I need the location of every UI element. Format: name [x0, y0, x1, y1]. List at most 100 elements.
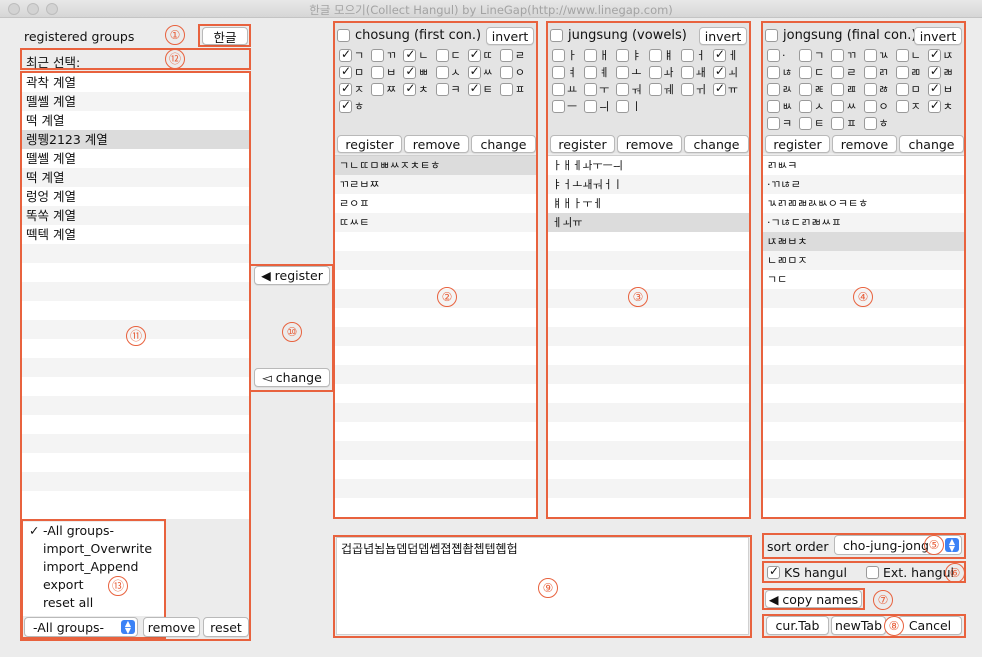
jamo-checkbox[interactable]	[680, 48, 694, 62]
chosung-list-item[interactable]	[335, 365, 536, 384]
jamo-option[interactable]: ㄵ	[927, 47, 960, 62]
group-list-item[interactable]	[22, 453, 249, 472]
jamo-checkbox[interactable]	[616, 82, 630, 96]
jamo-checkbox[interactable]	[467, 47, 481, 62]
jamo-option[interactable]: ㅐ	[584, 48, 616, 62]
group-list-item[interactable]	[22, 472, 249, 491]
jamo-checkbox[interactable]	[552, 82, 565, 96]
jongsung-remove-button[interactable]: remove	[832, 135, 897, 153]
jamo-checkbox[interactable]	[680, 65, 694, 79]
group-list-item[interactable]	[22, 263, 249, 282]
jamo-checkbox[interactable]	[799, 116, 813, 130]
group-filter-select[interactable]: -All groups- ▲ ▼	[24, 617, 138, 637]
jamo-option[interactable]: ㄼ	[927, 64, 960, 79]
jungsung-register-button[interactable]: register	[550, 135, 615, 153]
chosung-list-item[interactable]	[335, 346, 536, 365]
jongsung-list-item[interactable]: ㄵㄼㅂㅊ	[763, 232, 964, 251]
jamo-checkbox[interactable]	[712, 81, 726, 96]
jamo-checkbox[interactable]	[499, 65, 513, 79]
jamo-option[interactable]: ㅝ	[616, 82, 648, 96]
jamo-checkbox[interactable]	[767, 99, 780, 113]
jamo-option[interactable]: ㅊ	[927, 98, 960, 113]
jamo-checkbox[interactable]	[339, 98, 352, 113]
jamo-option[interactable]: ㄱ	[799, 48, 831, 62]
jamo-checkbox[interactable]	[895, 48, 909, 62]
group-list-item[interactable]	[22, 358, 249, 377]
jamo-option[interactable]: ㄲ	[831, 48, 863, 62]
jamo-option[interactable]: ㅄ	[767, 99, 799, 113]
jamo-option[interactable]: ㄷ	[435, 48, 468, 62]
jongsung-list-item[interactable]: ·ㄲㄶㄹ	[763, 175, 964, 194]
current-tab-button[interactable]: cur.Tab	[766, 616, 829, 635]
menu-item[interactable]: reset all	[23, 594, 164, 612]
jungsung-list-item[interactable]	[548, 232, 749, 251]
jamo-option[interactable]: ㅎ	[863, 116, 896, 130]
chosung-list-item[interactable]	[335, 403, 536, 422]
jamo-option[interactable]: ㅋ	[435, 82, 468, 96]
register-group-button[interactable]: ◀ register	[254, 266, 330, 285]
ext-hangul-checkbox[interactable]	[866, 566, 879, 579]
jamo-checkbox[interactable]	[339, 64, 352, 79]
ks-hangul-checkbox[interactable]	[767, 564, 780, 579]
jamo-checkbox[interactable]	[927, 81, 941, 96]
jamo-option[interactable]: ㅎ	[339, 98, 371, 113]
jamo-option[interactable]: ㅗ	[616, 65, 648, 79]
chosung-list-item[interactable]: ㄹㅇㅍ	[335, 194, 536, 213]
jungsung-list-item[interactable]	[548, 441, 749, 460]
jamo-option[interactable]: ㄷ	[799, 65, 831, 79]
jungsung-list-item[interactable]	[548, 384, 749, 403]
jamo-option[interactable]: ㅊ	[403, 81, 435, 96]
jungsung-list-item[interactable]: ㅑㅓㅗㅙㅝㅓㅣ	[548, 175, 749, 194]
chosung-list-item[interactable]	[335, 498, 536, 517]
jamo-checkbox[interactable]	[403, 64, 417, 79]
jamo-option[interactable]: ㅙ	[680, 65, 713, 79]
jamo-checkbox[interactable]	[435, 82, 449, 96]
jamo-checkbox[interactable]	[799, 99, 813, 113]
jungsung-all-checkbox[interactable]	[550, 29, 563, 42]
jamo-option[interactable]: ㅃ	[403, 64, 435, 79]
jamo-checkbox[interactable]	[467, 64, 481, 79]
jongsung-list-item[interactable]: ㄳㄺㄻㄼㄽㅄㅇㅋㅌㅎ	[763, 194, 964, 213]
jongsung-list-item[interactable]	[763, 346, 964, 365]
group-list-item[interactable]	[22, 396, 249, 415]
jungsung-list-item[interactable]: ㅏㅐㅔㅘㅜㅡㅢ	[548, 156, 749, 175]
jamo-checkbox[interactable]	[863, 116, 877, 130]
jamo-option[interactable]: ㄲ	[371, 48, 403, 62]
group-list-item[interactable]: 떽텍 계열	[22, 225, 249, 244]
jamo-checkbox[interactable]	[435, 48, 449, 62]
chosung-list-item[interactable]	[335, 232, 536, 251]
jungsung-list-item[interactable]	[548, 289, 749, 308]
jamo-option[interactable]: ㅀ	[863, 82, 896, 96]
jungsung-invert-button[interactable]: invert	[699, 27, 747, 45]
jongsung-list-item[interactable]	[763, 422, 964, 441]
jungsung-list-item[interactable]	[548, 327, 749, 346]
jungsung-list-item[interactable]	[548, 479, 749, 498]
jamo-checkbox[interactable]	[616, 99, 630, 113]
jamo-option[interactable]: ·	[767, 48, 799, 62]
group-list-item[interactable]: 떡 계열	[22, 168, 249, 187]
jamo-option[interactable]: ㅏ	[552, 48, 584, 62]
jamo-checkbox[interactable]	[435, 65, 449, 79]
remove-group-button[interactable]: remove	[143, 617, 200, 637]
jamo-checkbox[interactable]	[863, 48, 877, 62]
jongsung-register-button[interactable]: register	[765, 135, 830, 153]
chosung-change-button[interactable]: change	[471, 135, 536, 153]
cancel-button[interactable]: Cancel	[898, 616, 962, 635]
jamo-option[interactable]: ㄱ	[339, 47, 371, 62]
jamo-checkbox[interactable]	[799, 48, 813, 62]
jongsung-list-item[interactable]	[763, 441, 964, 460]
jamo-checkbox[interactable]	[648, 65, 662, 79]
jungsung-list-item[interactable]	[548, 498, 749, 517]
jamo-option[interactable]: ㅍ	[831, 116, 863, 130]
chosung-list[interactable]: ㄱㄴㄸㅁㅃㅆㅈㅊㅌㅎ ㄲㄹㅂㅉ ㄹㅇㅍ ㄸㅆㅌ	[335, 155, 536, 517]
jamo-option[interactable]: ㅚ	[712, 64, 745, 79]
chosung-list-item[interactable]	[335, 308, 536, 327]
jamo-checkbox[interactable]	[552, 65, 565, 79]
chosung-list-item[interactable]: ㄸㅆㅌ	[335, 213, 536, 232]
jungsung-list-item[interactable]	[548, 308, 749, 327]
jamo-checkbox[interactable]	[552, 48, 565, 62]
jamo-checkbox[interactable]	[339, 47, 352, 62]
change-group-button[interactable]: ◅ change	[254, 368, 330, 387]
chosung-all-checkbox[interactable]	[337, 29, 350, 42]
jamo-checkbox[interactable]	[831, 48, 845, 62]
